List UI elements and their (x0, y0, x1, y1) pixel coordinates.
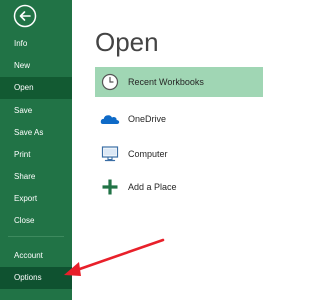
open-pane: Open Recent Workbooks OneDrive Computer (72, 0, 263, 300)
location-computer[interactable]: Computer (95, 139, 263, 169)
nav-item-export[interactable]: Export (0, 188, 72, 210)
nav-item-new[interactable]: New (0, 55, 72, 77)
nav-item-account[interactable]: Account (0, 245, 72, 267)
nav-item-open[interactable]: Open (0, 77, 72, 99)
location-label: Add a Place (128, 182, 177, 192)
location-label: Computer (128, 149, 168, 159)
plus-icon (102, 179, 118, 195)
page-title: Open (95, 27, 159, 57)
location-recent-workbooks[interactable]: Recent Workbooks (95, 67, 263, 97)
sidebar-divider (8, 236, 64, 237)
nav-item-save[interactable]: Save (0, 100, 72, 122)
location-label: Recent Workbooks (128, 77, 204, 87)
excel-backstage-window: Info New Open Save Save As Print Share E… (0, 0, 263, 300)
nav-item-save-as[interactable]: Save As (0, 122, 72, 144)
computer-icon (101, 146, 119, 162)
clock-icon (101, 73, 119, 91)
nav-item-share[interactable]: Share (0, 166, 72, 188)
cloud-icon (100, 115, 120, 124)
nav-item-info[interactable]: Info (0, 33, 72, 55)
location-label: OneDrive (128, 114, 167, 124)
nav-item-print[interactable]: Print (0, 144, 72, 166)
nav-item-options[interactable]: Options (0, 267, 72, 289)
backstage-sidebar: Info New Open Save Save As Print Share E… (0, 0, 72, 300)
location-add-a-place[interactable]: Add a Place (95, 172, 263, 202)
back-arrow-icon[interactable] (13, 4, 37, 28)
location-onedrive[interactable]: OneDrive (95, 104, 263, 134)
nav-item-close[interactable]: Close (0, 210, 72, 232)
